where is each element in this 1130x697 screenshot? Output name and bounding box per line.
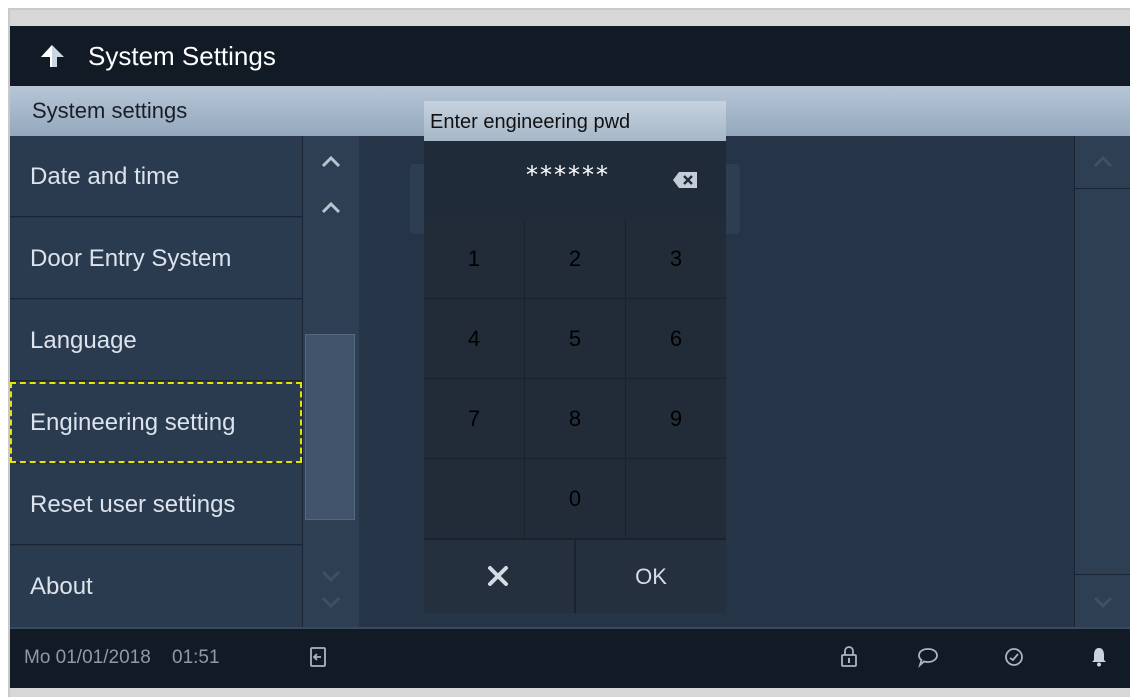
menu-item-label: Date and time bbox=[30, 163, 180, 190]
chevron-down-icon[interactable] bbox=[1089, 594, 1117, 610]
menu-item-label: Engineering setting bbox=[30, 409, 236, 436]
chevron-up-icon[interactable] bbox=[317, 154, 345, 170]
status-bar: Mo 01/01/2018 01:51 bbox=[10, 627, 1130, 688]
numeric-keypad: 1 2 3 4 5 6 7 8 9 0 bbox=[424, 219, 726, 539]
key-6[interactable]: 6 bbox=[626, 299, 726, 378]
menu-item-label: Reset user settings bbox=[30, 491, 236, 518]
up-arrow-icon[interactable] bbox=[38, 42, 66, 70]
menu-item-label: About bbox=[30, 573, 93, 600]
menu-item-label: Door Entry System bbox=[30, 245, 232, 272]
page-title: System Settings bbox=[88, 41, 276, 71]
key-4[interactable]: 4 bbox=[424, 299, 524, 378]
key-2[interactable]: 2 bbox=[525, 219, 625, 298]
divider bbox=[1075, 574, 1130, 575]
key-1[interactable]: 1 bbox=[424, 219, 524, 298]
dialog-actions: OK bbox=[424, 539, 726, 613]
ok-button[interactable]: OK bbox=[576, 540, 726, 613]
menu-item-door-entry-system[interactable]: Door Entry System bbox=[10, 218, 302, 299]
password-dialog: Enter engineering pwd ****** 1 2 3 4 5 6… bbox=[424, 101, 726, 613]
dialog-title: Enter engineering pwd bbox=[424, 101, 726, 141]
section-title: System settings bbox=[32, 98, 188, 123]
menu-item-about[interactable]: About bbox=[10, 546, 302, 627]
close-icon bbox=[488, 566, 508, 586]
chevron-up-icon[interactable] bbox=[317, 200, 345, 216]
device-screen: System Settings System settings Date and… bbox=[10, 26, 1130, 688]
password-field[interactable]: ****** bbox=[424, 141, 726, 219]
bell-icon[interactable] bbox=[1087, 645, 1111, 669]
divider bbox=[1075, 188, 1130, 189]
menu-scrollbar[interactable] bbox=[302, 136, 359, 627]
menu-item-engineering-setting[interactable]: Engineering setting bbox=[10, 382, 302, 463]
content-scrollbar[interactable] bbox=[1074, 136, 1130, 627]
backspace-icon[interactable] bbox=[672, 171, 698, 189]
menu-item-date-and-time[interactable]: Date and time bbox=[10, 136, 302, 217]
password-value: ****** bbox=[526, 161, 610, 189]
menu-item-language[interactable]: Language bbox=[10, 300, 302, 381]
chevron-down-icon[interactable] bbox=[317, 568, 345, 584]
menu-item-label: Language bbox=[30, 327, 137, 354]
menu-item-reset-user-settings[interactable]: Reset user settings bbox=[10, 464, 302, 545]
chevron-down-icon[interactable] bbox=[317, 594, 345, 610]
key-blank bbox=[424, 459, 524, 538]
key-5[interactable]: 5 bbox=[525, 299, 625, 378]
title-bar: System Settings bbox=[10, 26, 1130, 86]
scroll-thumb[interactable] bbox=[305, 334, 355, 520]
settings-menu: Date and time Door Entry System Language… bbox=[10, 136, 302, 627]
key-7[interactable]: 7 bbox=[424, 379, 524, 458]
status-time: 01:51 bbox=[172, 647, 220, 668]
door-exit-icon[interactable] bbox=[306, 645, 330, 669]
cancel-button[interactable] bbox=[424, 540, 574, 613]
lock-icon[interactable] bbox=[837, 645, 861, 669]
clock-icon[interactable] bbox=[1002, 645, 1026, 669]
key-8[interactable]: 8 bbox=[525, 379, 625, 458]
key-9[interactable]: 9 bbox=[626, 379, 726, 458]
status-date: Mo 01/01/2018 bbox=[24, 647, 151, 668]
key-blank bbox=[626, 459, 726, 538]
key-0[interactable]: 0 bbox=[525, 459, 625, 538]
chevron-up-icon[interactable] bbox=[1089, 154, 1117, 170]
chat-icon[interactable] bbox=[916, 645, 940, 669]
key-3[interactable]: 3 bbox=[626, 219, 726, 298]
